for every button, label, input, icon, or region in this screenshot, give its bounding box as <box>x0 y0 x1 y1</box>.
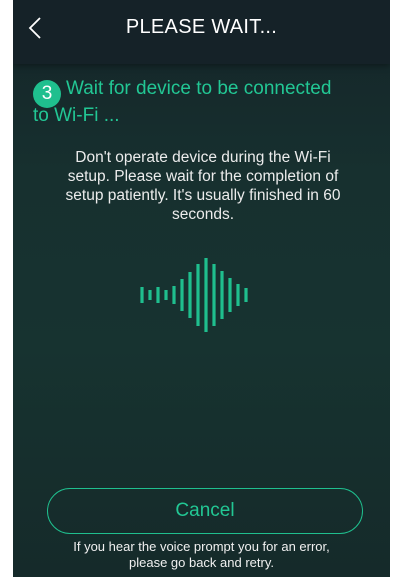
error-hint: If you hear the voice prompt you for an … <box>33 539 370 571</box>
cancel-button[interactable]: Cancel <box>47 488 363 534</box>
error-hint-line2: please go back and retry. <box>128 555 274 570</box>
setup-description: Don't operate device during the Wi-Fi se… <box>65 149 341 223</box>
sound-wave-icon <box>140 258 248 332</box>
step-title-line1: Wait for device to be connected <box>66 78 332 99</box>
error-hint-line1: If you hear the voice prompt you for an … <box>73 539 330 554</box>
step-title-line2: to Wi-Fi ... <box>33 105 120 126</box>
page-title: PLEASE WAIT... <box>125 16 278 38</box>
back-button[interactable] <box>13 6 57 50</box>
top-bar: PLEASE WAIT... <box>13 0 390 64</box>
chevron-left-icon <box>28 17 41 39</box>
wifi-setup-screen: PLEASE WAIT... 3 Wait for device to be c… <box>13 0 390 577</box>
